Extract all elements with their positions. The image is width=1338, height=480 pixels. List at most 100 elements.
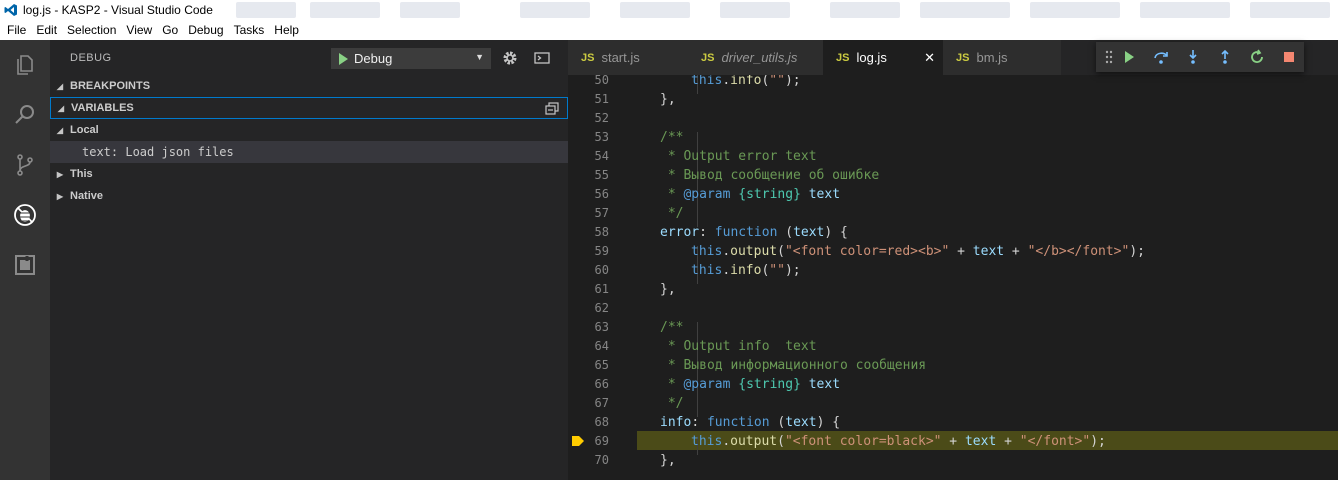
line-number[interactable]: 65 <box>568 356 609 375</box>
line-number[interactable]: 59 <box>568 242 609 261</box>
code-token: : <box>699 225 715 240</box>
line-number[interactable]: 55 <box>568 166 609 185</box>
explorer-icon[interactable] <box>0 40 50 90</box>
scope-native[interactable]: ▶ Native <box>50 185 568 207</box>
code-text: * Вывод информационного сообщения <box>660 356 926 375</box>
debug-icon[interactable] <box>0 190 50 240</box>
code-token: "</font>" <box>1019 434 1091 449</box>
code-editor[interactable]: 50 this.info(""); 51}, 52 53/** 54 * Output e… <box>568 75 1338 480</box>
code-line: 62 <box>568 299 1338 318</box>
code-text: this.output("<font color=red><b>" + text… <box>691 242 1145 261</box>
line-number[interactable]: 56 <box>568 185 609 204</box>
code-text: * Вывод сообщение об ошибке <box>660 166 879 185</box>
variable-row[interactable]: text: Load json files <box>50 141 568 163</box>
collapse-arrow-icon: ◢ <box>56 81 64 91</box>
chevron-down-icon: ▼ <box>475 52 484 62</box>
tab-driver-utils-js[interactable]: JS driver_utils.js <box>688 40 823 75</box>
line-number[interactable]: 50 <box>568 75 609 90</box>
close-icon[interactable]: ✕ <box>924 50 935 66</box>
debug-console-icon[interactable] <box>533 49 551 67</box>
line-number[interactable]: 63 <box>568 318 609 337</box>
code-text: */ <box>660 394 684 413</box>
code-line: 50 this.info(""); <box>568 75 1338 90</box>
tab-bm-js[interactable]: JS bm.js <box>943 40 1061 75</box>
line-number[interactable]: 70 <box>568 451 609 470</box>
code-token: }, <box>660 453 676 468</box>
code-token: ); <box>784 263 801 278</box>
code-line: 70}, <box>568 451 1338 470</box>
tab-log-js[interactable]: JS log.js ✕ <box>823 40 943 75</box>
line-number[interactable]: 61 <box>568 280 609 299</box>
debug-sidebar: DEBUG Debug ▼ ◢ BREAKPOINTS ◢ VARIABLES … <box>50 40 568 480</box>
menu-tasks[interactable]: Tasks <box>229 23 270 37</box>
js-file-icon: JS <box>581 51 595 64</box>
variables-section[interactable]: ◢ VARIABLES <box>50 97 568 119</box>
code-token: + <box>996 434 1020 449</box>
code-token: . <box>722 263 731 278</box>
start-debug-icon[interactable] <box>332 52 354 65</box>
code-token: ( <box>777 225 794 240</box>
scope-local[interactable]: ◢ Local <box>50 119 568 141</box>
source-control-icon[interactable] <box>0 140 50 190</box>
menu-debug[interactable]: Debug <box>183 23 228 37</box>
line-number[interactable]: 67 <box>568 394 609 413</box>
line-number[interactable]: 69 <box>568 432 609 451</box>
breakpoints-section[interactable]: ◢ BREAKPOINTS <box>50 75 568 97</box>
restart-icon[interactable] <box>1248 48 1266 66</box>
line-number[interactable]: 68 <box>568 413 609 432</box>
code-token: "" <box>769 75 785 88</box>
code-line: 55 * Вывод сообщение об ошибке <box>568 166 1338 185</box>
code-text: * @param {string} text <box>660 185 840 204</box>
line-number[interactable]: 58 <box>568 223 609 242</box>
code-token: @param <box>683 187 731 202</box>
background-tab <box>310 2 380 18</box>
grip-icon[interactable] <box>1100 48 1118 66</box>
code-token: }, <box>660 92 676 107</box>
line-number[interactable]: 60 <box>568 261 609 280</box>
code-token: "<font color=black>" <box>784 434 942 449</box>
step-into-icon[interactable] <box>1184 48 1202 66</box>
tab-start-js[interactable]: JS start.js <box>568 40 688 75</box>
code-line: 67 */ <box>568 394 1338 413</box>
code-text: }, <box>660 90 676 109</box>
line-number[interactable]: 52 <box>568 109 609 128</box>
line-number[interactable]: 66 <box>568 375 609 394</box>
code-token: . <box>722 244 731 259</box>
continue-icon[interactable] <box>1120 48 1138 66</box>
step-out-icon[interactable] <box>1216 48 1234 66</box>
menu-help[interactable]: Help <box>269 23 304 37</box>
background-tab <box>1250 2 1330 18</box>
line-number[interactable]: 53 <box>568 128 609 147</box>
line-number[interactable]: 51 <box>568 90 609 109</box>
code-line: 60 this.info(""); <box>568 261 1338 280</box>
code-token: text <box>785 415 817 430</box>
gear-icon[interactable] <box>501 49 519 67</box>
line-number[interactable]: 54 <box>568 147 609 166</box>
menu-edit[interactable]: Edit <box>31 23 62 37</box>
menu-file[interactable]: File <box>2 23 31 37</box>
line-number[interactable]: 64 <box>568 337 609 356</box>
stop-icon[interactable] <box>1280 48 1298 66</box>
tab-label: log.js <box>856 50 887 65</box>
menu-selection[interactable]: Selection <box>62 23 121 37</box>
code-token: * Output error text <box>660 149 817 164</box>
code-token: function <box>714 225 778 240</box>
search-icon[interactable] <box>0 90 50 140</box>
line-number[interactable]: 57 <box>568 204 609 223</box>
variables-label: VARIABLES <box>71 102 134 114</box>
extensions-icon[interactable] <box>0 240 50 290</box>
line-number[interactable]: 62 <box>568 299 609 318</box>
code-token: text <box>808 187 841 202</box>
code-token: ) { <box>824 225 848 240</box>
step-over-icon[interactable] <box>1152 48 1170 66</box>
code-token: text <box>972 244 1005 259</box>
scope-this[interactable]: ▶ This <box>50 163 568 185</box>
collapse-all-icon[interactable] <box>545 102 559 115</box>
code-text: info: function (text) { <box>660 413 840 432</box>
code-token: ( <box>777 244 785 259</box>
debug-config-select[interactable]: Debug ▼ <box>331 48 491 69</box>
code-token: @param <box>683 377 731 392</box>
menu-view[interactable]: View <box>121 23 157 37</box>
menu-go[interactable]: Go <box>157 23 183 37</box>
